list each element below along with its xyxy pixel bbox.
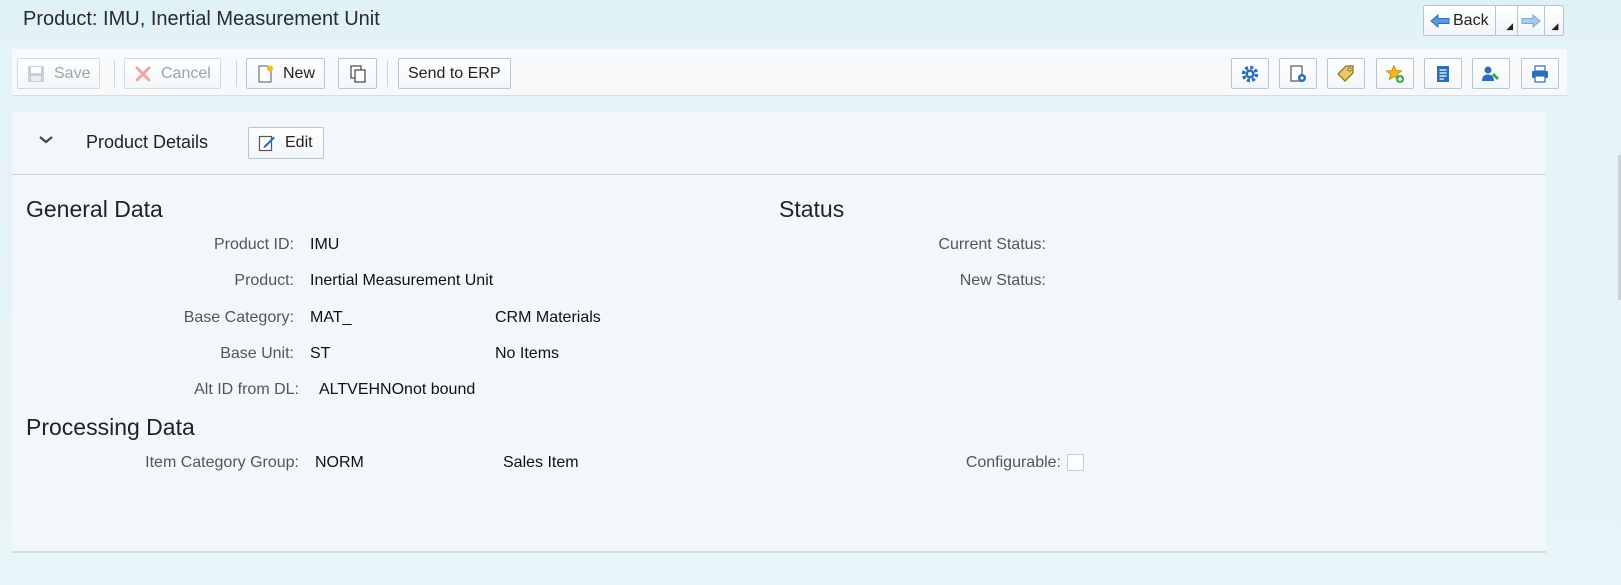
tag-button[interactable] — [1327, 58, 1365, 89]
arrow-right-icon — [1521, 13, 1541, 28]
cancel-icon — [135, 66, 151, 81]
base-unit-value: ST — [310, 345, 331, 362]
edit-button[interactable]: Edit — [248, 127, 324, 159]
general-data-heading: General Data — [26, 196, 163, 222]
forward-button[interactable] — [1517, 5, 1545, 36]
forward-navigation: ◢ — [1517, 5, 1564, 36]
product-id-value: IMU — [310, 236, 340, 253]
new-button-label: New — [283, 64, 316, 82]
edit-button-label: Edit — [285, 134, 313, 151]
settings-icon — [1241, 65, 1259, 82]
item-category-group-description: Sales Item — [503, 454, 579, 471]
user-settings-button[interactable] — [1472, 58, 1510, 89]
toolbar-separator — [387, 60, 388, 87]
processing-data-heading: Processing Data — [26, 414, 195, 440]
save-icon — [28, 65, 44, 82]
save-button[interactable]: Save — [17, 58, 101, 89]
edit-icon — [258, 135, 275, 152]
base-unit-label: Base Unit: — [220, 345, 294, 362]
favorite-button[interactable] — [1376, 58, 1414, 89]
product-details-panel: Product Details Edit General Data Produc… — [12, 112, 1546, 553]
send-to-erp-label: Send to ERP — [408, 64, 501, 82]
favorite-icon — [1385, 64, 1404, 83]
base-unit-description: No Items — [495, 345, 560, 362]
base-category-description: CRM Materials — [495, 309, 601, 326]
page-title: Product: IMU, Inertial Measurement Unit — [23, 8, 380, 30]
user-settings-icon — [1482, 66, 1499, 81]
item-category-group-label: Item Category Group: — [145, 454, 299, 471]
dropdown-icon: ◢ — [1551, 21, 1559, 31]
alt-id-label: Alt ID from DL: — [194, 381, 299, 398]
back-button[interactable]: Back — [1423, 5, 1496, 36]
send-to-erp-button[interactable]: Send to ERP — [398, 58, 511, 89]
arrow-left-icon — [1430, 13, 1450, 28]
copy-icon — [349, 64, 366, 83]
product-value: Inertial Measurement Unit — [310, 272, 494, 289]
dropdown-icon: ◢ — [1506, 21, 1514, 31]
print-icon — [1532, 64, 1548, 83]
panel-title: Product Details — [86, 132, 209, 152]
product-id-label: Product ID: — [213, 236, 294, 253]
new-status-label: New Status: — [959, 272, 1046, 289]
current-status-label: Current Status: — [938, 236, 1046, 253]
tag-icon — [1337, 64, 1354, 82]
personalize-button[interactable] — [1279, 58, 1317, 89]
item-category-group-value: NORM — [315, 454, 364, 471]
back-navigation: Back ◢ — [1423, 5, 1521, 36]
forward-history-dropdown[interactable]: ◢ — [1544, 5, 1564, 36]
settings-button[interactable] — [1231, 58, 1269, 89]
print-button[interactable] — [1521, 58, 1559, 89]
base-category-label: Base Category: — [183, 309, 294, 326]
cancel-button[interactable]: Cancel — [124, 58, 221, 89]
configurable-label: Configurable: — [965, 454, 1061, 471]
copy-button[interactable] — [338, 58, 377, 89]
new-button[interactable]: New — [246, 58, 326, 89]
save-button-label: Save — [54, 64, 91, 82]
back-button-label: Back — [1453, 11, 1489, 29]
alt-id-value: ALTVEHNOnot bound — [319, 381, 476, 398]
new-document-icon — [258, 65, 273, 82]
document-button[interactable] — [1424, 58, 1462, 89]
toolbar: Save Cancel New Send to ERP — [12, 49, 1567, 96]
configurable-checkbox[interactable] — [1067, 454, 1084, 471]
personalize-icon — [1290, 64, 1306, 82]
toolbar-separator — [236, 60, 237, 87]
product-label: Product: — [234, 272, 294, 289]
status-heading: Status — [779, 196, 845, 222]
toolbar-separator — [114, 60, 115, 87]
document-icon — [1437, 65, 1449, 82]
cancel-button-label: Cancel — [161, 64, 211, 82]
panel-header: Product Details Edit — [12, 112, 1546, 175]
base-category-value: MAT_ — [310, 309, 352, 326]
chevron-down-icon[interactable] — [38, 134, 54, 146]
